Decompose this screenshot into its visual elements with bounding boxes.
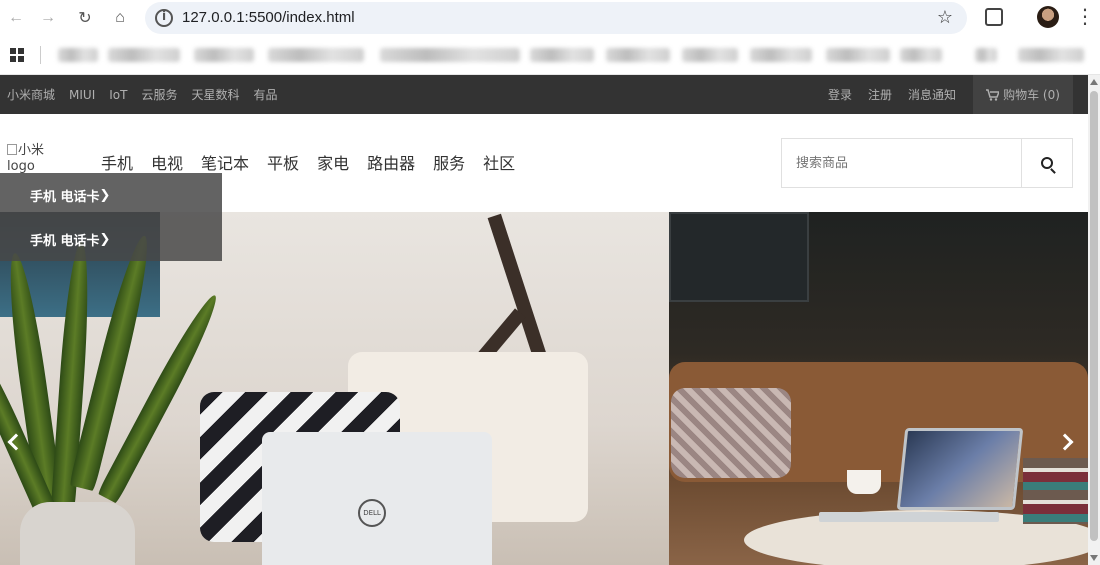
bookmark-item[interactable] (826, 48, 890, 62)
register-link[interactable]: 注册 (868, 86, 892, 103)
bookmark-item[interactable] (606, 48, 670, 62)
bookmark-item[interactable] (682, 48, 738, 62)
nav-item-laptop[interactable]: 笔记本 (201, 150, 249, 174)
topbar-link-finance[interactable]: 天星数科 (191, 86, 239, 103)
bookmark-item[interactable] (108, 48, 180, 62)
chevron-right-icon: ❯ (99, 231, 111, 247)
cart-button[interactable]: 购物车 (0) (973, 75, 1073, 114)
topbar-links: 小米商城 MIUI IoT 云服务 天星数科 有品 (7, 75, 278, 114)
nav-item-tablet[interactable]: 平板 (267, 150, 299, 174)
chevron-right-icon: ❯ (99, 187, 111, 203)
dell-logo-icon: DELL (358, 499, 386, 527)
url-text[interactable]: 127.0.0.1:5500/index.html (182, 9, 355, 26)
extensions-icon[interactable] (985, 8, 1003, 26)
bookmark-item[interactable] (750, 48, 812, 62)
cart-icon (986, 88, 1000, 101)
topbar-link-cloud[interactable]: 云服务 (141, 86, 177, 103)
laptop-product (896, 428, 1024, 510)
cart-label: 购物车 (0) (1003, 88, 1060, 102)
search-button[interactable] (1021, 139, 1072, 187)
chevron-left-icon (7, 433, 25, 451)
carousel-prev-button[interactable] (0, 420, 26, 464)
topbar-link-miui[interactable]: MIUI (69, 88, 95, 102)
topbar-link-youpin[interactable]: 有品 (253, 86, 277, 103)
category-menu: 手机 电话卡 ❯ 手机 电话卡 ❯ (0, 173, 222, 261)
topbar-link-iot[interactable]: IoT (109, 88, 127, 102)
category-item[interactable]: 手机 电话卡 ❯ (0, 217, 222, 261)
category-item-label: 手机 电话卡 (30, 189, 100, 205)
main-nav: 手机 电视 笔记本 平板 家电 路由器 服务 社区 (101, 150, 515, 174)
nav-item-community[interactable]: 社区 (483, 150, 515, 174)
bookmark-star-icon[interactable]: ☆ (937, 7, 953, 28)
pattern-pillow (671, 388, 791, 478)
nav-item-tv[interactable]: 电视 (151, 150, 183, 174)
scroll-thumb[interactable] (1090, 91, 1098, 541)
banner-slide-image-2[interactable] (669, 212, 1088, 565)
bookmark-item[interactable] (900, 48, 942, 62)
broken-image-icon (7, 144, 17, 155)
search-input[interactable] (782, 139, 1022, 187)
banner-carousel[interactable]: DELL (0, 212, 1088, 565)
bookmark-item[interactable] (975, 48, 997, 62)
book-stack (1023, 458, 1088, 524)
bookmark-item[interactable] (380, 48, 520, 62)
scroll-up-icon[interactable] (1090, 79, 1098, 85)
address-bar[interactable]: 127.0.0.1:5500/index.html ☆ (145, 2, 967, 34)
logo-image[interactable]: 小米logo (7, 143, 67, 175)
menu-icon[interactable]: ⋮ (1075, 4, 1095, 29)
category-item-label: 手机 电话卡 (30, 233, 100, 249)
home-icon[interactable]: ⌂ (108, 6, 132, 30)
topbar-link-mi-store[interactable]: 小米商城 (7, 86, 55, 103)
bookmark-item[interactable] (1018, 48, 1084, 62)
bookmarks-bar (0, 40, 1100, 70)
carousel-next-button[interactable] (1055, 420, 1081, 464)
site-topbar: 小米商城 MIUI IoT 云服务 天星数科 有品 登录 注册 消息通知 购物车… (0, 75, 1088, 114)
coffee-cup (847, 470, 881, 494)
profile-avatar[interactable] (1037, 6, 1059, 28)
bookmark-item[interactable] (194, 48, 254, 62)
apps-icon[interactable] (10, 48, 24, 62)
bookmark-item[interactable] (268, 48, 364, 62)
laptop-product (262, 432, 492, 565)
laptop-base (819, 512, 999, 522)
forward-icon[interactable]: → (36, 6, 60, 30)
nav-item-appliance[interactable]: 家电 (317, 150, 349, 174)
wall-frame (669, 212, 809, 302)
category-item[interactable]: 手机 电话卡 ❯ (0, 173, 222, 217)
nav-item-service[interactable]: 服务 (433, 150, 465, 174)
scroll-down-icon[interactable] (1090, 555, 1098, 561)
bookmark-item[interactable] (530, 48, 594, 62)
login-link[interactable]: 登录 (828, 86, 852, 103)
browser-chrome: ← → ↻ ⌂ 127.0.0.1:5500/index.html ☆ ⋮ (0, 0, 1100, 75)
page-scrollbar[interactable] (1088, 75, 1100, 565)
info-icon[interactable] (155, 9, 173, 27)
topbar-user-links: 登录 注册 消息通知 (828, 75, 956, 114)
messages-link[interactable]: 消息通知 (908, 86, 956, 103)
nav-item-router[interactable]: 路由器 (367, 150, 415, 174)
banner-slide-image[interactable]: DELL (0, 212, 669, 565)
nav-item-phone[interactable]: 手机 (101, 150, 133, 174)
browser-toolbar: ← → ↻ ⌂ 127.0.0.1:5500/index.html ☆ ⋮ (0, 0, 1100, 36)
search-box (781, 138, 1073, 188)
bookmark-item[interactable] (58, 48, 98, 62)
back-icon[interactable]: ← (4, 6, 28, 30)
search-icon (1041, 157, 1053, 169)
reload-icon[interactable]: ↻ (73, 6, 97, 30)
chevron-right-icon (1056, 433, 1074, 451)
bookmarks-divider (40, 46, 41, 64)
plant-pot (20, 502, 135, 565)
